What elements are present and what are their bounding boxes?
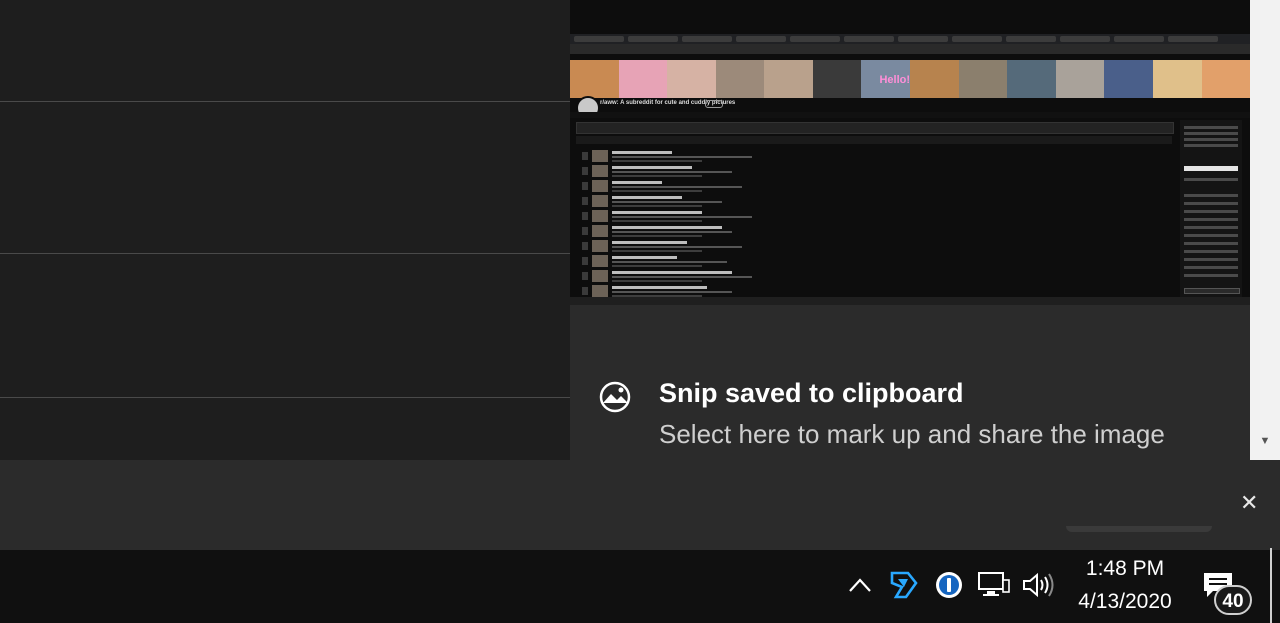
password-manager-icon[interactable] xyxy=(932,568,966,602)
divider xyxy=(0,253,570,254)
banner-text: Hello! xyxy=(879,74,911,86)
thumbnail-post xyxy=(582,180,1172,193)
thumbnail-post xyxy=(582,165,1172,178)
thumbnail-sort-bar xyxy=(576,136,1172,144)
scrollbar[interactable] xyxy=(1250,0,1280,460)
app-icon[interactable] xyxy=(886,568,922,602)
thumbnail-nav xyxy=(570,112,1250,118)
scroll-down-arrow-icon[interactable]: ▼ xyxy=(1256,432,1274,450)
screenshot-thumbnail[interactable]: Hello! r/aww: A subreddit for cute and c… xyxy=(570,0,1250,297)
toast-body: Select here to mark up and share the ima… xyxy=(659,419,1165,449)
thumbnail-post xyxy=(582,195,1172,208)
thumbnail-post xyxy=(582,225,1172,238)
divider xyxy=(0,397,570,398)
snip-sketch-icon xyxy=(599,381,631,413)
taskbar-clock-date[interactable]: 4/13/2020 xyxy=(1066,590,1184,614)
thumbnail-post xyxy=(582,210,1172,223)
thumbnail-post xyxy=(582,285,1172,297)
thumbnail-post xyxy=(582,240,1172,253)
volume-icon[interactable] xyxy=(1020,568,1056,602)
chevron-up-icon[interactable] xyxy=(846,568,874,602)
toast-shadow xyxy=(1066,526,1212,532)
thumbnail-sidebar xyxy=(1180,120,1242,297)
thumbnail-tab-strip xyxy=(570,34,1250,44)
thumbnail-banner: Hello! xyxy=(570,60,1250,98)
taskbar-clock-time[interactable]: 1:48 PM xyxy=(1070,557,1180,581)
divider xyxy=(0,101,570,102)
thumbnail-taskbar xyxy=(570,297,1250,305)
thumbnail-create-post xyxy=(576,122,1174,134)
thumbnail-post xyxy=(582,150,1172,163)
thumbnail-post xyxy=(582,255,1172,268)
thumbnail-address-bar xyxy=(570,44,1250,54)
close-icon[interactable]: ✕ xyxy=(1240,490,1258,516)
notification-count-badge[interactable]: 40 xyxy=(1214,585,1252,615)
show-desktop-divider[interactable] xyxy=(1270,548,1272,623)
toast-title: Snip saved to clipboard xyxy=(659,378,964,408)
thumbnail-join-button xyxy=(705,100,723,108)
thumbnail-post xyxy=(582,270,1172,283)
network-icon[interactable] xyxy=(976,568,1012,602)
